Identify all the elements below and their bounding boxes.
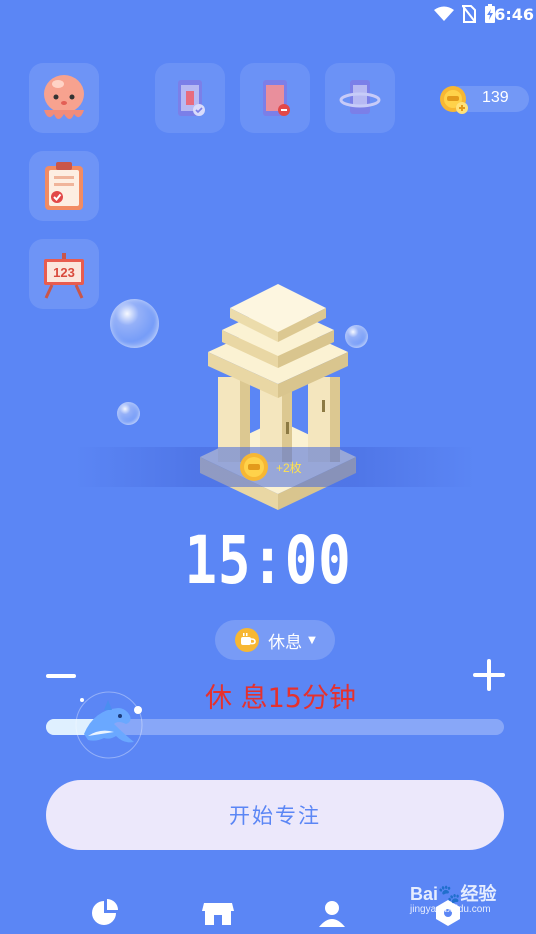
status-bar: 6:46 bbox=[0, 0, 536, 28]
watermark-url: jingyan.baidu.com bbox=[410, 904, 491, 915]
reward-text: +2枚 bbox=[276, 461, 302, 475]
svg-text:123: 123 bbox=[53, 265, 75, 280]
coin-plus-icon bbox=[440, 86, 468, 114]
coin-count: 139 bbox=[482, 89, 509, 106]
person-icon bbox=[319, 901, 345, 927]
store-icon bbox=[202, 903, 234, 925]
status-icons bbox=[434, 4, 496, 24]
bubble-large bbox=[110, 299, 159, 348]
status-time: 6:46 bbox=[494, 5, 534, 24]
watermark-paw-icon: 🐾 bbox=[438, 884, 461, 904]
nav-stats[interactable] bbox=[88, 897, 120, 929]
tasks-button[interactable] bbox=[29, 151, 99, 221]
watermark-brand-suffix: 经验 bbox=[460, 884, 497, 904]
mode-button-2[interactable] bbox=[240, 63, 310, 133]
mode-selector[interactable]: 休息 ▼ bbox=[215, 620, 335, 660]
wifi-icon bbox=[434, 6, 454, 21]
phone-check-mode-icon bbox=[178, 80, 205, 116]
phone-ring-mode-icon bbox=[339, 80, 381, 114]
timer-display: 15:00 bbox=[184, 522, 352, 599]
no-sim-icon bbox=[462, 5, 476, 23]
watermark-brand: Bai bbox=[410, 884, 439, 904]
phone-minus-mode-icon bbox=[263, 80, 290, 116]
counter-button[interactable]: 123 bbox=[29, 239, 99, 309]
nav-profile[interactable] bbox=[316, 897, 348, 929]
bubble-small bbox=[117, 402, 140, 425]
nav-shop[interactable] bbox=[202, 897, 234, 929]
chevron-down-icon: ▼ bbox=[308, 634, 316, 646]
decrease-time-button[interactable] bbox=[46, 674, 76, 678]
octopus-avatar-icon bbox=[44, 75, 84, 119]
coin-icon bbox=[240, 453, 268, 481]
reward-band bbox=[75, 447, 475, 487]
mode-selector-label: 休息 bbox=[268, 632, 303, 653]
coffee-cup-icon bbox=[235, 628, 260, 652]
mode-button-1[interactable] bbox=[155, 63, 225, 133]
increase-time-button[interactable] bbox=[470, 656, 508, 694]
baidu-watermark: Bai🐾经验 jingyan.baidu.com bbox=[410, 880, 496, 915]
pie-chart-icon bbox=[92, 899, 118, 925]
clipboard-checklist-icon bbox=[45, 162, 83, 210]
start-focus-button[interactable]: 开始专注 bbox=[46, 780, 504, 850]
dolphin-icon[interactable] bbox=[74, 690, 144, 760]
rest-duration-text: 休 息15分钟 bbox=[205, 683, 356, 714]
avatar-button[interactable] bbox=[29, 63, 99, 133]
mode-button-3[interactable] bbox=[325, 63, 395, 133]
easel-123-icon: 123 bbox=[44, 253, 84, 299]
